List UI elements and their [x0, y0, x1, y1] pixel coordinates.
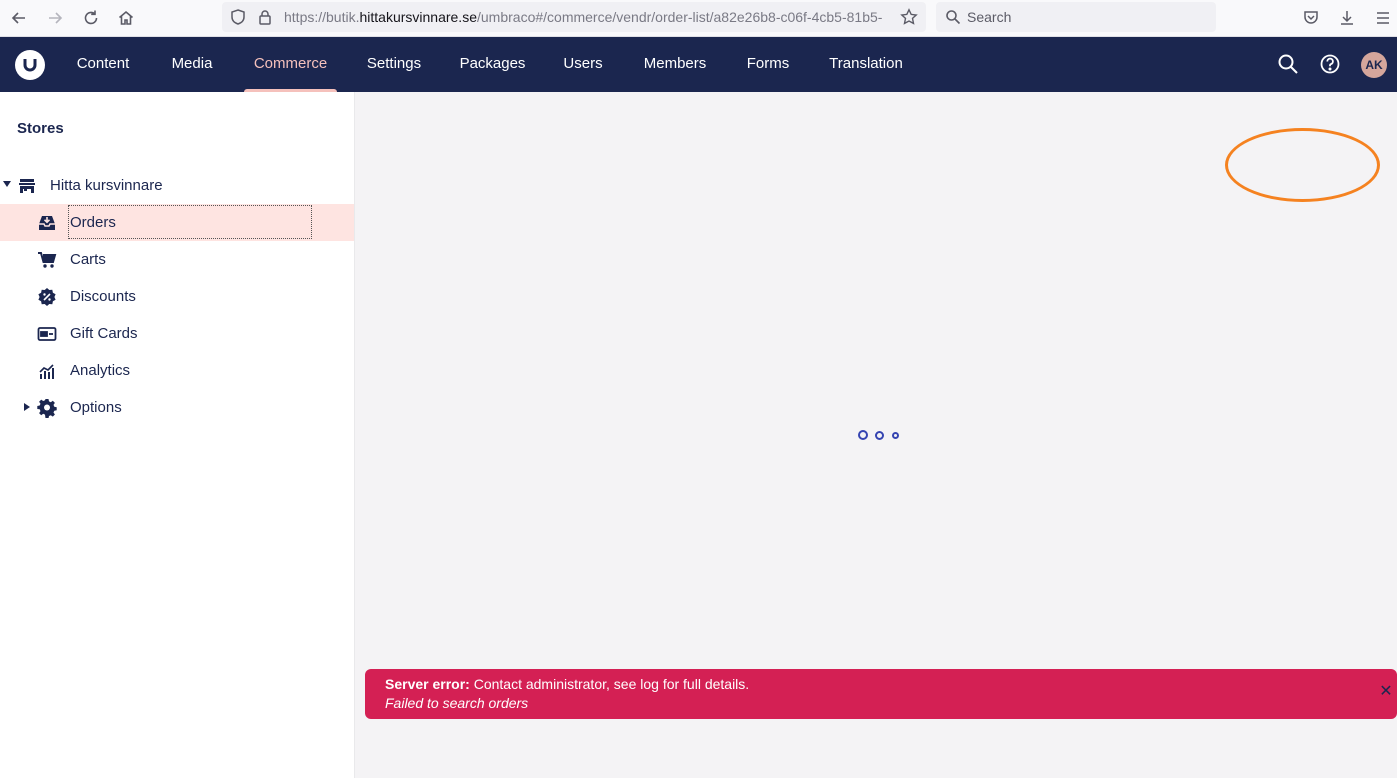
url-bar[interactable]: https://butik.hittakursvinnare.se/umbrac…: [222, 2, 926, 32]
download-icon[interactable]: [1334, 5, 1360, 31]
umbraco-logo-icon[interactable]: [15, 50, 45, 80]
annotation-oval: [1225, 128, 1380, 202]
forward-arrow-icon[interactable]: [42, 5, 68, 31]
close-icon[interactable]: ✕: [1379, 684, 1393, 700]
url-host: hittakursvinnare.se: [359, 9, 477, 25]
error-notification: Server error: Contact administrator, see…: [365, 669, 1397, 719]
tree-item-label: Hitta kursvinnare: [50, 177, 163, 194]
loader-dot: [875, 431, 884, 440]
help-icon[interactable]: [1319, 53, 1341, 75]
analytics-chart-icon: [37, 361, 57, 381]
browser-toolbar: https://butik.hittakursvinnare.se/umbrac…: [0, 0, 1397, 37]
error-text: Contact administrator, see log for full …: [469, 676, 750, 692]
store-icon: [17, 176, 37, 196]
section-forms[interactable]: Forms: [737, 37, 799, 92]
reload-icon[interactable]: [78, 5, 104, 31]
tree-item-analytics[interactable]: Analytics: [0, 352, 354, 389]
section-translation[interactable]: Translation: [818, 37, 914, 92]
error-title: Server error:: [385, 676, 470, 692]
tree-item-options[interactable]: Options: [0, 389, 354, 426]
section-users[interactable]: Users: [553, 37, 613, 92]
search-icon: [945, 9, 961, 25]
browser-search-box[interactable]: Search: [936, 2, 1216, 32]
loader-dot: [858, 430, 868, 440]
lock-icon[interactable]: [256, 8, 274, 26]
search-icon[interactable]: [1277, 53, 1299, 75]
shield-icon[interactable]: [229, 8, 247, 26]
bookmark-star-icon[interactable]: [900, 8, 918, 26]
tree-item-discounts[interactable]: Discounts: [0, 278, 354, 315]
focus-outline: [68, 205, 312, 239]
section-packages[interactable]: Packages: [450, 37, 535, 92]
tree-item-carts[interactable]: Carts: [0, 241, 354, 278]
discount-badge-icon: [37, 287, 57, 307]
menu-hamburger-icon[interactable]: [1370, 5, 1396, 31]
caret-right-icon[interactable]: [24, 403, 30, 411]
tree-title: Stores: [17, 120, 64, 137]
loader-dot: [892, 432, 899, 439]
error-message: Server error: Contact administrator, see…: [385, 676, 749, 692]
sidebar-tree: Stores Hitta kursvinnare Orders Carts Di…: [0, 92, 355, 778]
gift-card-icon: [37, 324, 57, 344]
tree-item-label: Analytics: [70, 362, 131, 379]
tree-item-label: Discounts: [70, 288, 136, 305]
tree-item-label: Carts: [70, 251, 106, 268]
inbox-download-icon: [37, 213, 57, 233]
tree-item-label: Options: [70, 399, 122, 416]
section-content[interactable]: Content: [63, 37, 143, 92]
tree-item-orders[interactable]: Orders: [0, 204, 354, 241]
cart-icon: [37, 250, 57, 270]
section-members[interactable]: Members: [632, 37, 718, 92]
caret-down-icon[interactable]: [3, 181, 11, 187]
tree-item-label: Gift Cards: [70, 325, 138, 342]
tree-item-gift-cards[interactable]: Gift Cards: [0, 315, 354, 352]
user-avatar[interactable]: AK: [1361, 52, 1387, 78]
pocket-icon[interactable]: [1298, 5, 1324, 31]
loading-indicator: [858, 430, 906, 440]
back-arrow-icon[interactable]: [6, 5, 32, 31]
url-text[interactable]: https://butik.hittakursvinnare.se/umbrac…: [284, 9, 894, 25]
app-header: Content Media Commerce Settings Packages…: [0, 37, 1397, 92]
section-settings[interactable]: Settings: [354, 37, 434, 92]
error-detail: Failed to search orders: [385, 695, 529, 711]
home-icon[interactable]: [113, 5, 139, 31]
search-placeholder: Search: [967, 9, 1012, 25]
section-media[interactable]: Media: [157, 37, 227, 92]
section-commerce[interactable]: Commerce: [244, 37, 337, 92]
url-prefix: https://butik.: [284, 9, 360, 25]
tree-item-store[interactable]: Hitta kursvinnare: [0, 167, 354, 204]
url-path: /umbraco#/commerce/vendr/order-list/a82e…: [477, 9, 883, 25]
gear-icon: [37, 398, 57, 419]
